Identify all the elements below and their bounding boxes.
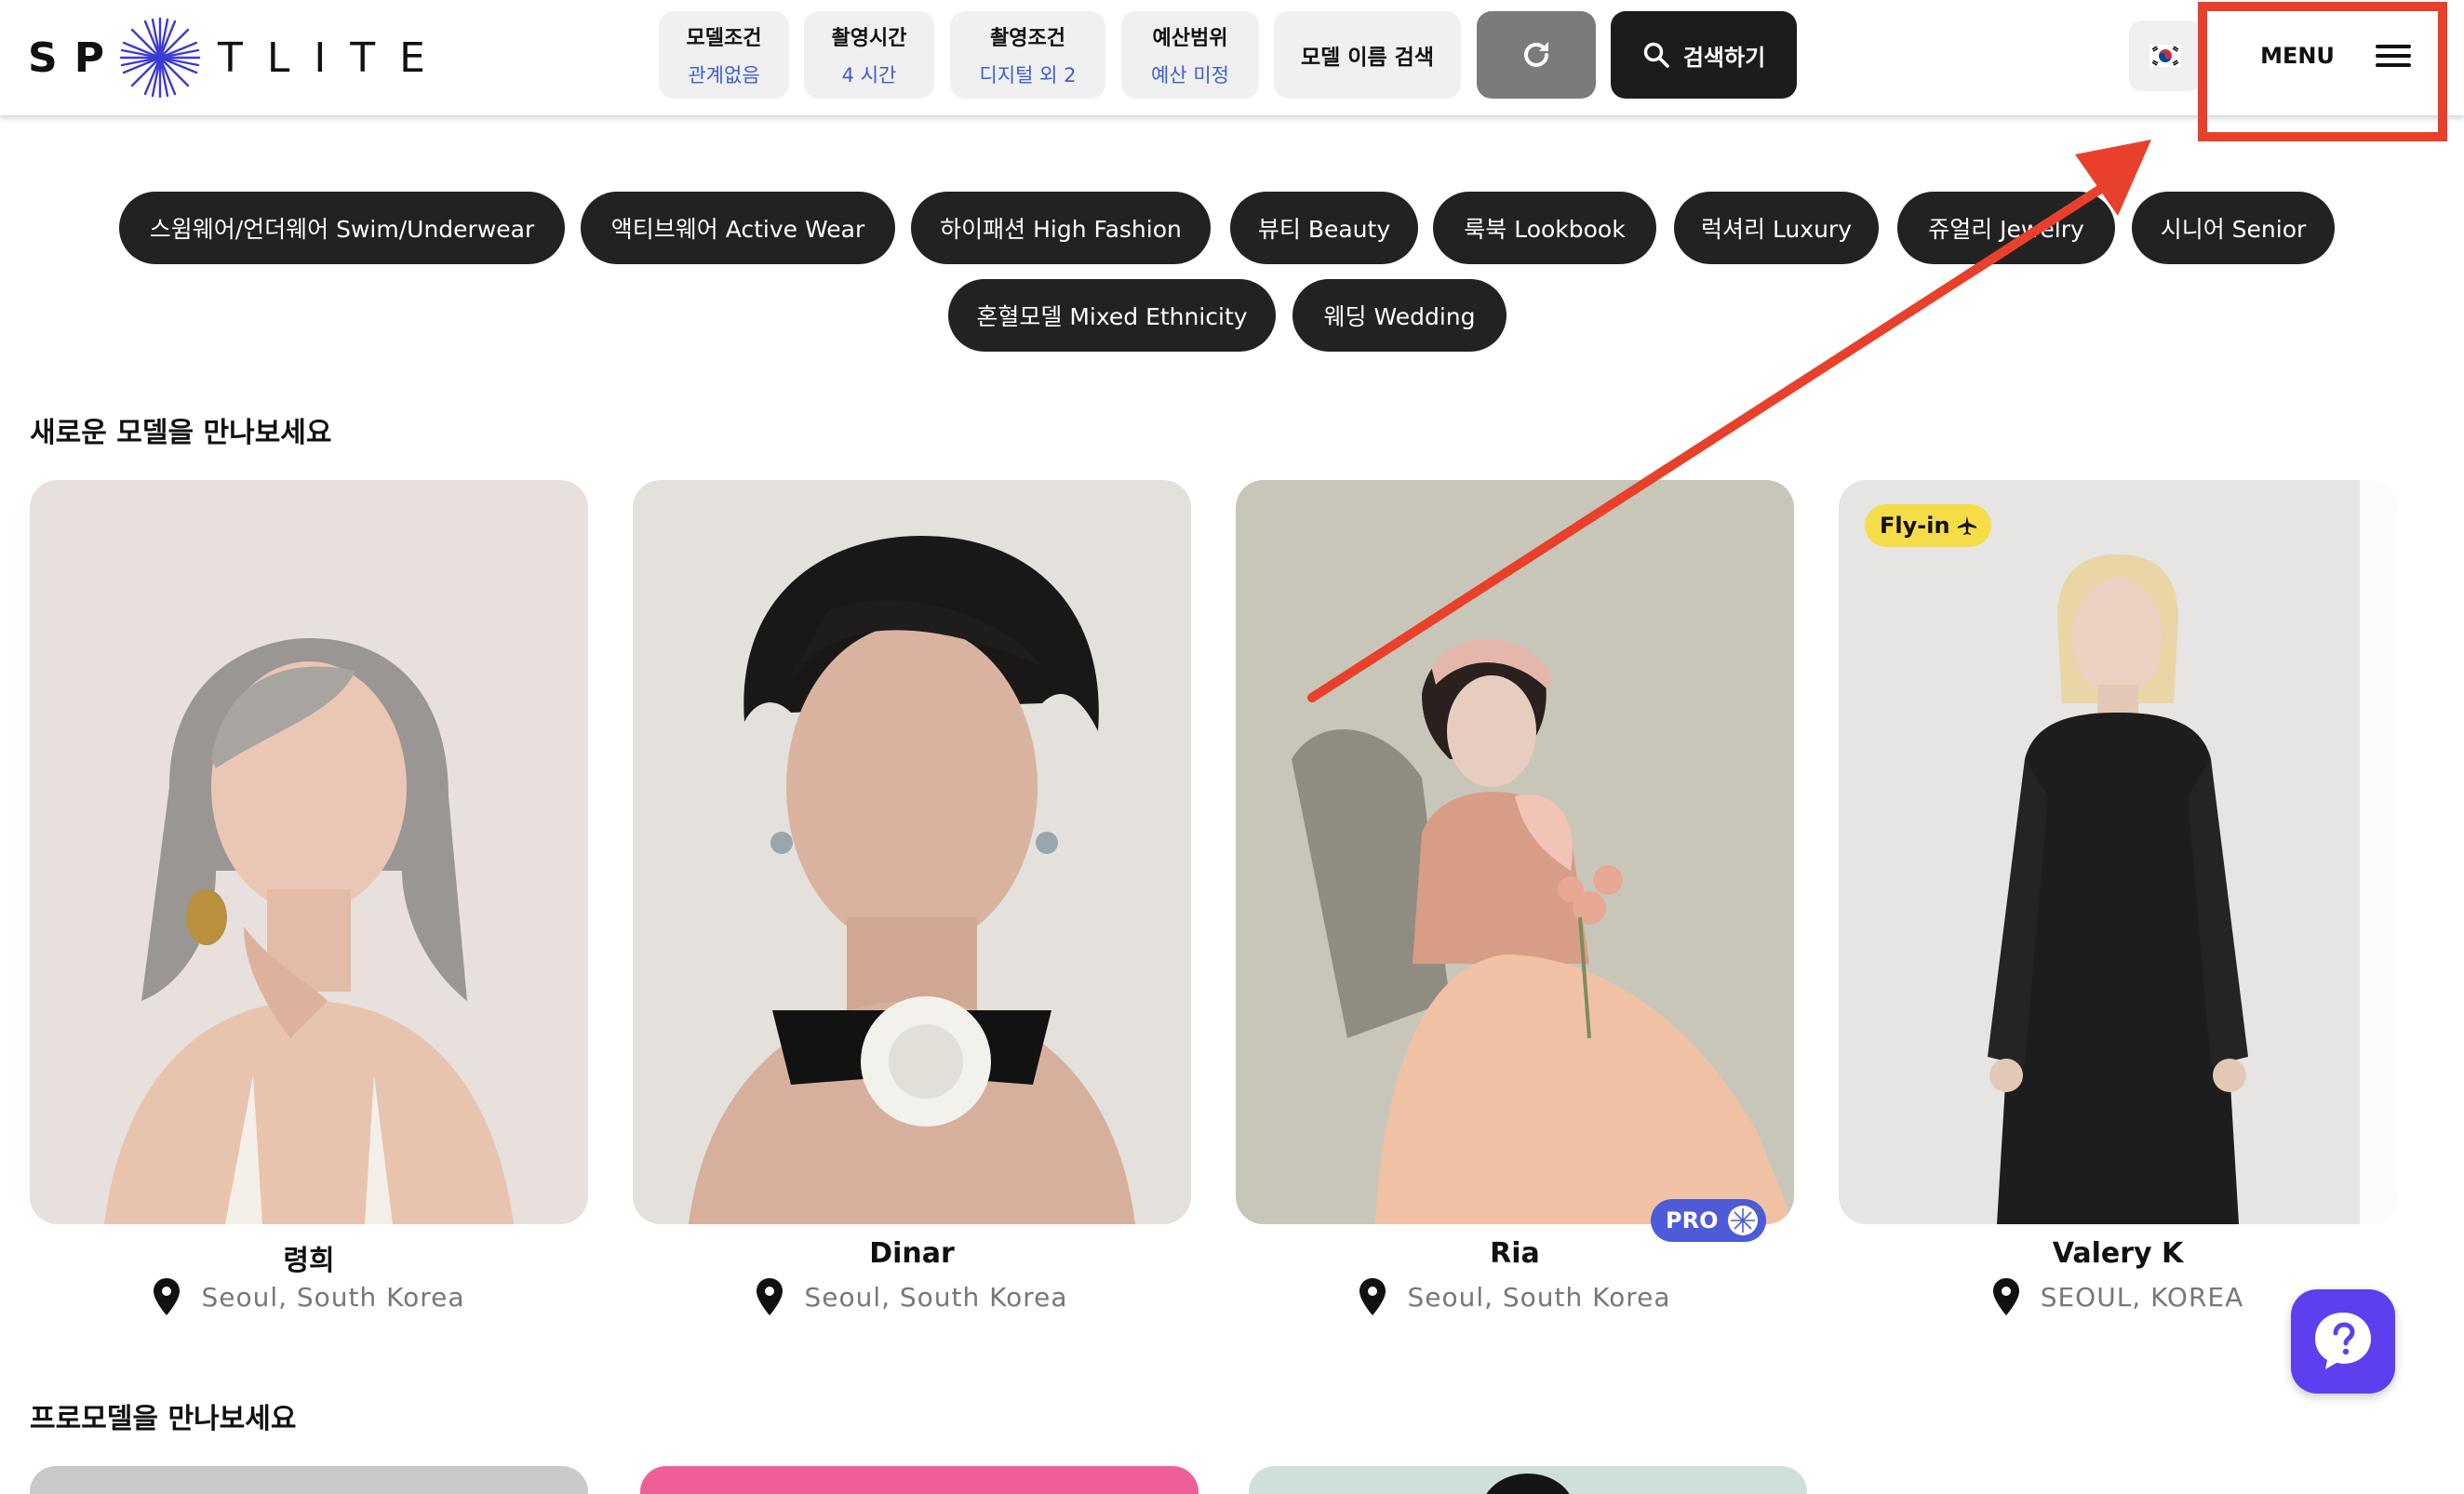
location-pin-icon (757, 1278, 783, 1315)
help-button[interactable] (2291, 1289, 2395, 1394)
category-active-wear[interactable]: 액티브웨어 Active Wear (581, 192, 895, 264)
filter-title: 촬영조건 (990, 27, 1065, 50)
korea-flag-icon (2149, 45, 2181, 67)
pro-model-photo[interactable] (640, 1466, 1199, 1494)
fly-in-badge-label: Fly-in (1880, 513, 1950, 539)
model-location: Seoul, South Korea (633, 1278, 1191, 1315)
pro-model-photo[interactable] (1249, 1466, 1807, 1494)
model-name[interactable]: Valery K (1839, 1237, 2397, 1270)
model-name-search-button[interactable]: 모델 이름 검색 (1274, 11, 1461, 99)
location-pin-icon (154, 1278, 181, 1315)
filter-title: 모델조건 (686, 27, 762, 50)
spotlite-logo[interactable]: SP TLITE (28, 13, 449, 102)
top-header: SP TLITE 모델조건 관계없음 촬영시간 4 시간 촬영조건 디지털 외 … (0, 0, 2464, 115)
category-swim-underwear[interactable]: 스윔웨어/언더웨어 Swim/Underwear (119, 192, 565, 264)
filter-title: 예산범위 (1152, 27, 1228, 50)
category-luxury[interactable]: 럭셔리 Luxury (1674, 192, 1879, 264)
location-pin-icon (1992, 1278, 2019, 1315)
logo-text-left: SP (28, 33, 121, 82)
model-location: Seoul, South Korea (1236, 1278, 1794, 1315)
model-photo[interactable] (30, 480, 588, 1224)
section-title-pro-models: 프로모델을 만나보세요 (30, 1403, 297, 1435)
model-location-text: Seoul, South Korea (804, 1281, 1068, 1313)
model-location-text: Seoul, South Korea (201, 1281, 465, 1313)
category-jewelry[interactable]: 쥬얼리 Jewelry (1897, 192, 2115, 264)
pro-badge: PRO (1651, 1199, 1766, 1242)
filter-model-condition[interactable]: 모델조건 관계없음 (659, 11, 789, 99)
filter-shoot-condition[interactable]: 촬영조건 디지털 외 2 (950, 11, 1105, 99)
search-button-label: 검색하기 (1682, 44, 1766, 71)
category-wedding[interactable]: 웨딩 Wedding (1292, 279, 1507, 352)
refresh-icon (1524, 42, 1548, 67)
model-name[interactable]: Dinar (633, 1237, 1191, 1270)
model-location: Seoul, South Korea (30, 1278, 588, 1315)
category-mixed-ethnicity[interactable]: 혼혈모델 Mixed Ethnicity (948, 279, 1276, 352)
logo-text-right: TLITE (217, 33, 449, 82)
filter-value: 4 시간 (841, 64, 897, 87)
annotation-highlight-box (2198, 2, 2447, 141)
model-location-text: Seoul, South Korea (1407, 1281, 1671, 1313)
filter-budget[interactable]: 예산범위 예산 미정 (1121, 11, 1259, 99)
model-location-text: SEOUL, KOREA (2040, 1281, 2244, 1313)
filter-shoot-time[interactable]: 촬영시간 4 시간 (804, 11, 934, 99)
spotlight-star-icon (119, 17, 201, 99)
category-high-fashion[interactable]: 하이패션 High Fashion (911, 192, 1211, 264)
spotlight-star-icon (1728, 1206, 1759, 1235)
location-pin-icon (1359, 1278, 1386, 1315)
pro-model-photo-detail (1481, 1474, 1574, 1494)
search-icon (1643, 42, 1669, 68)
pro-model-photo[interactable] (30, 1466, 588, 1494)
language-button[interactable] (2129, 20, 2202, 91)
model-photo[interactable] (1236, 480, 1794, 1224)
model-name[interactable]: 령희 (30, 1237, 588, 1278)
filter-value: 관계없음 (688, 64, 760, 87)
refresh-button[interactable] (1477, 11, 1596, 99)
category-lookbook[interactable]: 룩북 Lookbook (1433, 192, 1656, 264)
filter-value: 예산 미정 (1151, 64, 1229, 87)
search-button[interactable]: 검색하기 (1611, 11, 1797, 99)
model-name[interactable]: Ria (1236, 1237, 1794, 1270)
filter-value: 디지털 외 2 (979, 64, 1077, 87)
model-photo[interactable] (633, 480, 1191, 1224)
section-title-new-models: 새로운 모델을 만나보세요 (30, 417, 332, 449)
model-photo[interactable]: Fly-in (1839, 480, 2397, 1224)
fly-in-badge: Fly-in (1865, 504, 1991, 547)
pro-badge-label: PRO (1666, 1207, 1719, 1234)
airplane-icon (1957, 516, 1976, 535)
filter-title: 촬영시간 (831, 27, 907, 50)
category-senior[interactable]: 시니어 Senior (2132, 192, 2335, 264)
help-question-icon (2315, 1313, 2371, 1369)
category-beauty[interactable]: 뷰티 Beauty (1230, 192, 1418, 264)
